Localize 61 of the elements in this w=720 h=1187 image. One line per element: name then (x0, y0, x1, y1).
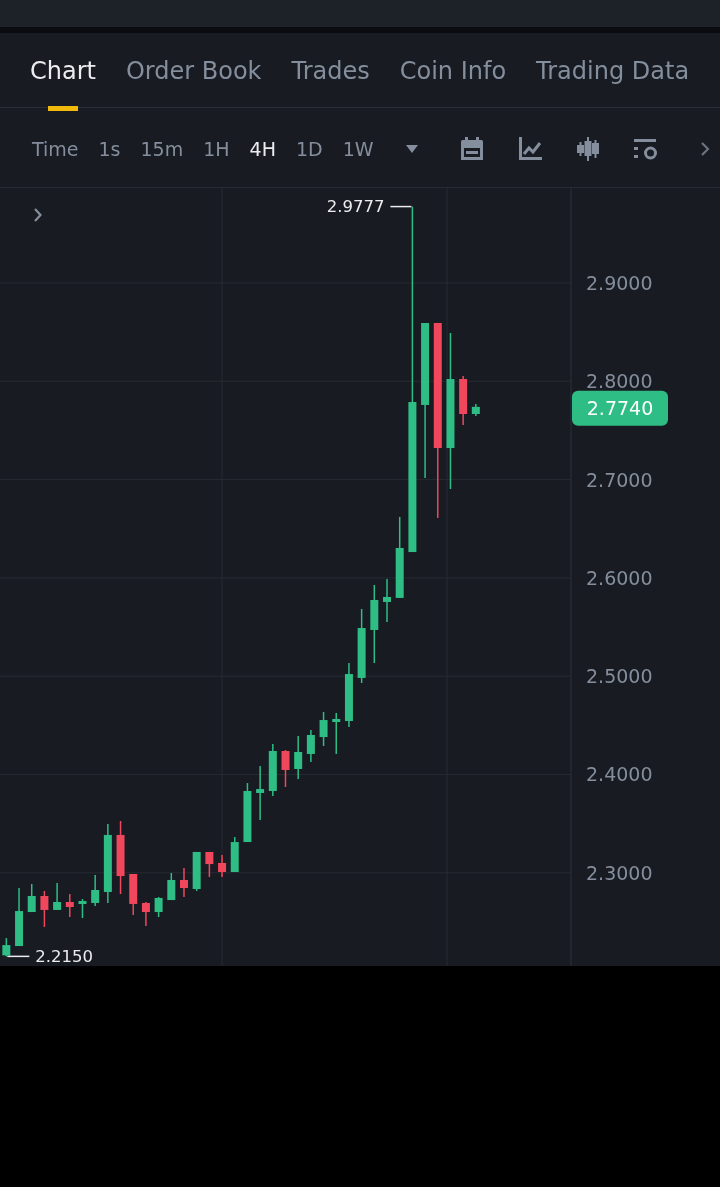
falling-candle (459, 375, 468, 425)
price-axis-label: 2.3000 (586, 861, 653, 884)
rising-candle (2, 938, 11, 957)
falling-candle (141, 902, 150, 926)
falling-candle (218, 855, 227, 878)
rising-candle (256, 766, 265, 820)
rising-candle (268, 744, 277, 797)
rising-candle (344, 663, 353, 727)
rising-candle (192, 851, 201, 891)
price-marker-leader-line (6, 955, 31, 958)
rising-candle (383, 578, 391, 622)
falling-candle (65, 894, 74, 918)
chevron-right-icon[interactable] (34, 208, 42, 222)
interval-button[interactable]: Time (32, 137, 79, 161)
price-axis-label: 2.8000 (586, 370, 653, 393)
price-axis-label: 2.7000 (586, 468, 653, 491)
rising-candle (294, 735, 303, 779)
price-axis-label: 2.4000 (586, 763, 653, 786)
rising-candle (230, 837, 239, 872)
chevron-right-icon[interactable] (699, 141, 710, 157)
rising-candle (332, 712, 341, 754)
falling-candle (40, 891, 49, 927)
tab-underline (47, 106, 78, 111)
calendar-icon[interactable] (459, 137, 484, 161)
price-axis-label: 2.5000 (586, 665, 653, 688)
tab[interactable]: Trading Data (536, 33, 690, 111)
interval-button[interactable]: 1D (295, 137, 323, 161)
rising-candle (78, 899, 87, 919)
rising-candle (306, 729, 315, 762)
candlestick-icon[interactable] (575, 137, 600, 161)
rising-candle (319, 712, 328, 746)
price-axis-label: 2.9000 (586, 271, 653, 294)
rising-candle (243, 783, 252, 843)
list-settings-icon[interactable] (633, 137, 658, 161)
line-chart-icon[interactable] (517, 137, 542, 161)
rising-candle (154, 897, 163, 918)
tab[interactable]: Chart (30, 33, 96, 111)
rising-candle (91, 874, 100, 907)
price-marker-leader-line (389, 205, 413, 208)
caret-down-icon[interactable] (405, 145, 418, 153)
tab[interactable]: Coin Info (399, 33, 507, 111)
falling-candle (129, 874, 138, 915)
rising-candle (167, 873, 176, 901)
interval-button[interactable]: 4H (249, 137, 276, 161)
interval-button[interactable]: 1H (203, 137, 230, 161)
falling-candle (180, 868, 188, 897)
tab[interactable]: Trades (291, 33, 370, 111)
last-price-tag: 2.7740 (572, 390, 668, 426)
falling-candle (205, 851, 214, 878)
price-marker-label: 2.9777 (326, 197, 385, 217)
interval-button[interactable]: 1W (342, 137, 374, 161)
rising-candle (471, 404, 480, 416)
interval-button[interactable]: 1s (98, 137, 121, 161)
falling-candle (281, 750, 290, 787)
rising-candle (15, 888, 24, 947)
rising-candle (53, 883, 62, 910)
rising-candle (27, 884, 36, 913)
price-axis-label: 2.6000 (586, 566, 653, 589)
tab[interactable]: Order Book (125, 33, 262, 111)
interval-button[interactable]: 15m (140, 137, 184, 161)
price-marker-label: 2.2150 (35, 946, 94, 966)
